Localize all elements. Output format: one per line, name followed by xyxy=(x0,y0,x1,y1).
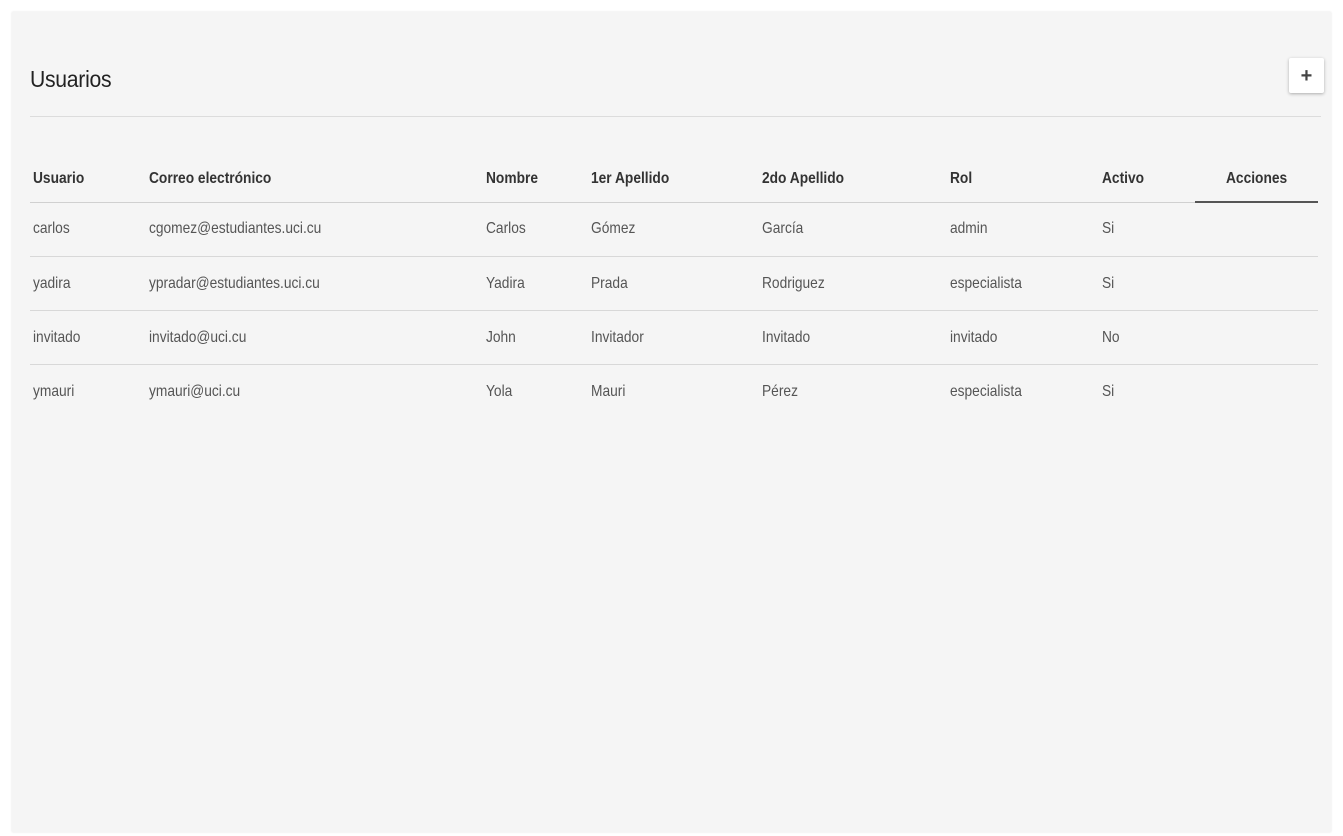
plus-icon: + xyxy=(1300,64,1313,87)
cell-correo: ymauri@uci.cu xyxy=(148,382,241,400)
cell-apellido2: Invitado xyxy=(758,310,948,365)
cell-acciones xyxy=(1194,202,1318,257)
table-row[interactable]: invitado invitado@uci.cu John Invitador … xyxy=(30,310,1318,365)
cell-usuario: invitado xyxy=(30,310,146,365)
column-header-activo[interactable]: Activo xyxy=(1098,157,1195,203)
column-header-apellido1[interactable]: 1er Apellido xyxy=(588,157,759,203)
cell-apellido1: Mauri xyxy=(591,382,626,400)
table-row[interactable]: carlos cgomez@estudiantes.uci.cu Carlos … xyxy=(30,202,1318,257)
cell-nombre: Carlos xyxy=(483,202,589,257)
panel-header: Usuarios + xyxy=(30,12,1324,117)
table-header-row: Usuario Correo electrónico Nombre 1er Ap… xyxy=(30,157,1318,203)
cell-acciones xyxy=(1195,365,1318,419)
column-header-correo[interactable]: Correo electrónico xyxy=(145,157,484,203)
cell-rol: admin xyxy=(947,202,1099,257)
users-panel: Usuarios + Usuario Correo electrónico No… xyxy=(12,12,1331,832)
cell-rol: especialista xyxy=(947,256,1099,311)
column-header-usuario[interactable]: Usuario xyxy=(30,157,146,203)
cell-correo: ypradar@estudiantes.uci.cu xyxy=(145,256,484,311)
cell-activo: Si xyxy=(1098,202,1195,257)
page-title: Usuarios xyxy=(30,66,112,92)
cell-acciones xyxy=(1194,256,1318,311)
cell-apellido1: Prada xyxy=(588,256,759,311)
column-header-apellido2[interactable]: 2do Apellido xyxy=(758,157,948,203)
cell-usuario: yadira xyxy=(30,256,146,311)
cell-nombre: John xyxy=(483,310,589,365)
cell-activo: No xyxy=(1098,310,1195,365)
cell-activo: Si xyxy=(1101,382,1115,400)
cell-nombre: Yadira xyxy=(483,256,589,311)
column-header-acciones: Acciones xyxy=(1194,157,1318,203)
table-row[interactable]: ymauri ymauri@uci.cu Yola Mauri Pérez es… xyxy=(30,365,1318,419)
cell-acciones xyxy=(1194,310,1318,365)
cell-apellido2: Rodriguez xyxy=(758,256,948,311)
add-user-button[interactable]: + xyxy=(1289,58,1324,93)
cell-apellido1: Invitador xyxy=(588,310,759,365)
cell-apellido1: Gómez xyxy=(588,202,759,257)
column-header-rol[interactable]: Rol xyxy=(947,157,1099,203)
cell-correo: invitado@uci.cu xyxy=(145,310,484,365)
column-header-nombre[interactable]: Nombre xyxy=(483,157,589,203)
cell-usuario: carlos xyxy=(30,202,146,257)
cell-nombre: Yola xyxy=(486,382,513,400)
users-table: Usuario Correo electrónico Nombre 1er Ap… xyxy=(30,157,1318,418)
cell-rol: especialista xyxy=(950,382,1023,400)
table-row[interactable]: yadira ypradar@estudiantes.uci.cu Yadira… xyxy=(30,256,1318,311)
cell-apellido2: Pérez xyxy=(761,382,798,400)
cell-rol: invitado xyxy=(947,310,1099,365)
cell-correo: cgomez@estudiantes.uci.cu xyxy=(145,202,484,257)
cell-apellido2: García xyxy=(758,202,948,257)
cell-activo: Si xyxy=(1098,256,1195,311)
cell-usuario: ymauri xyxy=(33,382,75,400)
